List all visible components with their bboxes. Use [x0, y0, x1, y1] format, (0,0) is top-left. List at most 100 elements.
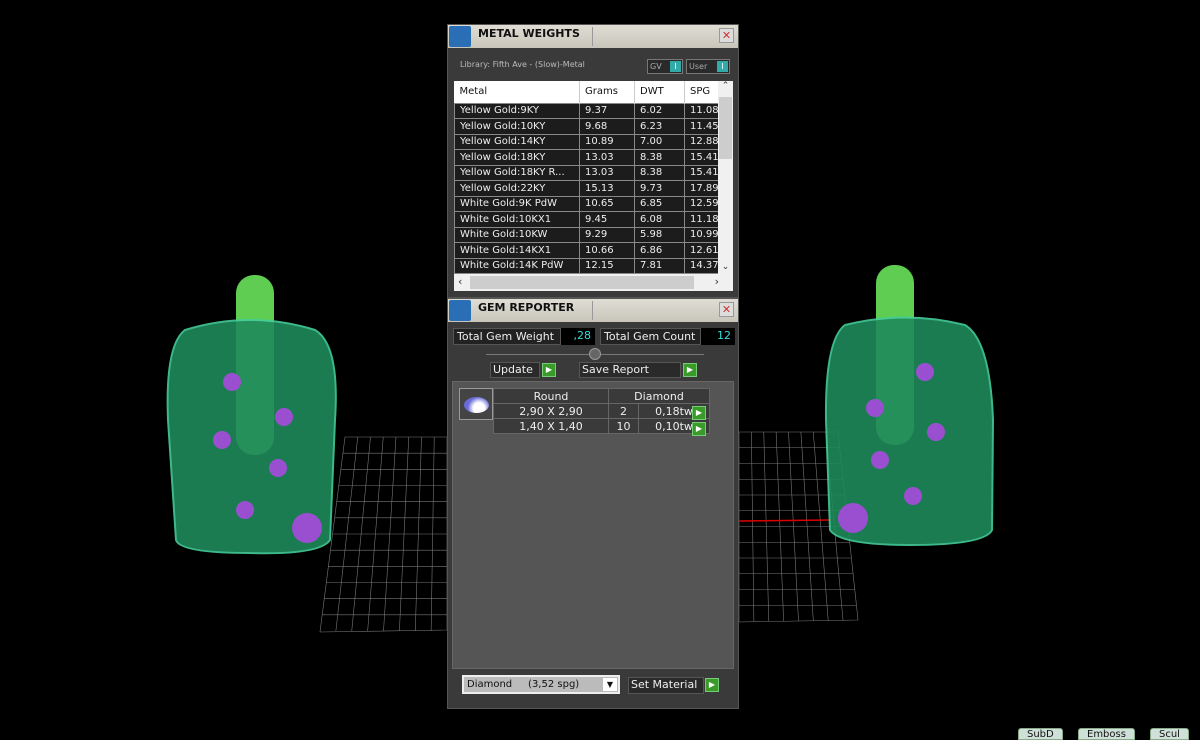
metal-table: Metal Grams DWT SPG Yellow Gold:9KY 9.37 6.02 1…	[454, 81, 718, 274]
table-cell: White Gold:10KW	[454, 226, 580, 243]
column-header[interactable]: SPG	[684, 81, 718, 103]
metal-table-container: Metal Grams DWT SPG Yellow Gold:9KY 9.37 6.02 1…	[454, 81, 733, 291]
update-button[interactable]: Update	[490, 362, 540, 378]
grid-floor-left	[319, 436, 448, 633]
table-row[interactable]: Yellow Gold:14KY 10.89 7.00 12.88	[454, 133, 718, 150]
gem-reporter-panel: GEM REPORTER ✕ Total Gem Weight ,28 Tota…	[447, 298, 739, 709]
table-cell: 10.99	[684, 226, 718, 243]
table-cell: 10.66	[579, 242, 635, 259]
table-cell: 14.37	[684, 257, 718, 274]
table-cell: 6.86	[634, 242, 685, 259]
table-row[interactable]: White Gold:14K PdW 12.15 7.81 14.37	[454, 257, 718, 274]
set-material-go-icon[interactable]: ▶	[705, 678, 719, 692]
table-cell: 13.03	[579, 164, 635, 181]
table-cell: Yellow Gold:18KY	[454, 149, 580, 166]
round-gem-icon	[459, 388, 493, 420]
gem-report-icon	[449, 300, 471, 321]
table-cell: White Gold:9K PdW	[454, 195, 580, 212]
set-material-button[interactable]: Set Material	[628, 677, 704, 694]
table-row[interactable]: White Gold:10KW 9.29 5.98 10.99	[454, 226, 718, 243]
gem-cell: 1,40 X 1,40	[493, 418, 609, 434]
table-cell: 8.38	[634, 149, 685, 166]
pendant-model-right	[824, 265, 995, 547]
table-cell: 9.45	[579, 211, 635, 228]
gem-row-go-icon[interactable]: ▶	[692, 406, 706, 420]
table-cell: 7.00	[634, 133, 685, 150]
table-cell: 11.08	[684, 102, 718, 119]
axis-line	[738, 519, 831, 522]
table-row[interactable]: Yellow Gold:18KY R... 13.03 8.38 15.41	[454, 164, 718, 181]
column-header[interactable]: DWT	[634, 81, 685, 103]
tab-emboss[interactable]: Emboss	[1078, 728, 1135, 740]
save-report-go-icon[interactable]: ▶	[683, 363, 697, 377]
user-toggle[interactable]: User I	[686, 59, 730, 74]
library-label: Library: Fifth Ave - (Slow)-Metal	[460, 60, 585, 69]
horizontal-scrollbar[interactable]: ‹ ›	[454, 274, 733, 291]
chevron-down-icon[interactable]: ▼	[603, 678, 617, 691]
gem-row-go-icon[interactable]: ▶	[692, 422, 706, 436]
panel-title: METAL WEIGHTS	[478, 27, 580, 40]
metal-weights-titlebar[interactable]: METAL WEIGHTS ✕	[448, 25, 738, 48]
table-cell: 15.41	[684, 149, 718, 166]
close-icon[interactable]: ✕	[719, 302, 734, 317]
gem-cell: 2	[608, 403, 639, 419]
table-row[interactable]: White Gold:10KX1 9.45 6.08 11.18	[454, 211, 718, 228]
gem-list-area: Round Diamond 2,90 X 2,90 2 0,18tw 1,40 X 1,…	[452, 381, 734, 669]
table-cell: 8.38	[634, 164, 685, 181]
table-cell: 10.89	[579, 133, 635, 150]
update-go-icon[interactable]: ▶	[542, 363, 556, 377]
gem-row[interactable]: 1,40 X 1,40 10 0,10tw	[493, 418, 711, 434]
table-cell: 7.81	[634, 257, 685, 274]
table-cell: White Gold:14K PdW	[454, 257, 580, 274]
pendant-model-left	[166, 275, 337, 555]
table-cell: 15.41	[684, 164, 718, 181]
total-gem-weight-label: Total Gem Weight	[453, 328, 561, 345]
metal-weights-panel: METAL WEIGHTS ✕ Library: Fifth Ave - (Sl…	[447, 24, 739, 298]
table-cell: 9.73	[634, 180, 685, 197]
table-cell: 13.03	[579, 149, 635, 166]
table-cell: Yellow Gold:10KY	[454, 118, 580, 135]
table-cell: 10.65	[579, 195, 635, 212]
table-cell: 12.88	[684, 133, 718, 150]
table-cell: Yellow Gold:22KY	[454, 180, 580, 197]
table-cell: 9.37	[579, 102, 635, 119]
table-cell: 17.89	[684, 180, 718, 197]
table-cell: 12.59	[684, 195, 718, 212]
total-gem-count-value: 12	[701, 328, 735, 345]
table-row[interactable]: Yellow Gold:22KY 15.13 9.73 17.89	[454, 180, 718, 197]
table-row[interactable]: White Gold:9K PdW 10.65 6.85 12.59	[454, 195, 718, 212]
column-header[interactable]: Metal	[454, 81, 580, 103]
material-select[interactable]: Diamond (3,52 spg) ▼	[462, 675, 620, 694]
table-row[interactable]: Yellow Gold:9KY 9.37 6.02 11.08	[454, 102, 718, 119]
tab-subd[interactable]: SubD	[1018, 728, 1063, 740]
gem-cell: 2,90 X 2,90	[493, 403, 609, 419]
table-cell: White Gold:10KX1	[454, 211, 580, 228]
close-icon[interactable]: ✕	[719, 28, 734, 43]
table-row[interactable]: White Gold:14KX1 10.66 6.86 12.61	[454, 242, 718, 259]
table-cell: 11.18	[684, 211, 718, 228]
table-cell: 15.13	[579, 180, 635, 197]
table-row[interactable]: Yellow Gold:10KY 9.68 6.23 11.45	[454, 118, 718, 135]
gem-cell: 10	[608, 418, 639, 434]
tab-sculpt[interactable]: Scul	[1150, 728, 1189, 740]
table-cell: 6.23	[634, 118, 685, 135]
gv-toggle[interactable]: GV I	[647, 59, 683, 74]
gem-table: Round Diamond 2,90 X 2,90 2 0,18tw 1,40 X 1,…	[493, 388, 711, 434]
table-row[interactable]: Yellow Gold:18KY 13.03 8.38 15.41	[454, 149, 718, 166]
gem-row[interactable]: 2,90 X 2,90 2 0,18tw	[493, 403, 711, 419]
splitter-handle[interactable]	[589, 348, 601, 360]
save-report-button[interactable]: Save Report	[579, 362, 681, 378]
table-cell: 9.29	[579, 226, 635, 243]
table-cell: 12.15	[579, 257, 635, 274]
table-cell: 6.85	[634, 195, 685, 212]
table-cell: Yellow Gold:14KY	[454, 133, 580, 150]
table-cell: 11.45	[684, 118, 718, 135]
gem-reporter-titlebar[interactable]: GEM REPORTER ✕	[448, 299, 738, 322]
total-gem-weight-value: ,28	[561, 328, 595, 345]
panel-title: GEM REPORTER	[478, 301, 575, 314]
column-header[interactable]: Grams	[579, 81, 635, 103]
table-cell: Yellow Gold:9KY	[454, 102, 580, 119]
scale-icon	[449, 26, 471, 47]
table-cell: White Gold:14KX1	[454, 242, 580, 259]
vertical-scrollbar[interactable]: ⌃ ⌄	[718, 81, 733, 274]
